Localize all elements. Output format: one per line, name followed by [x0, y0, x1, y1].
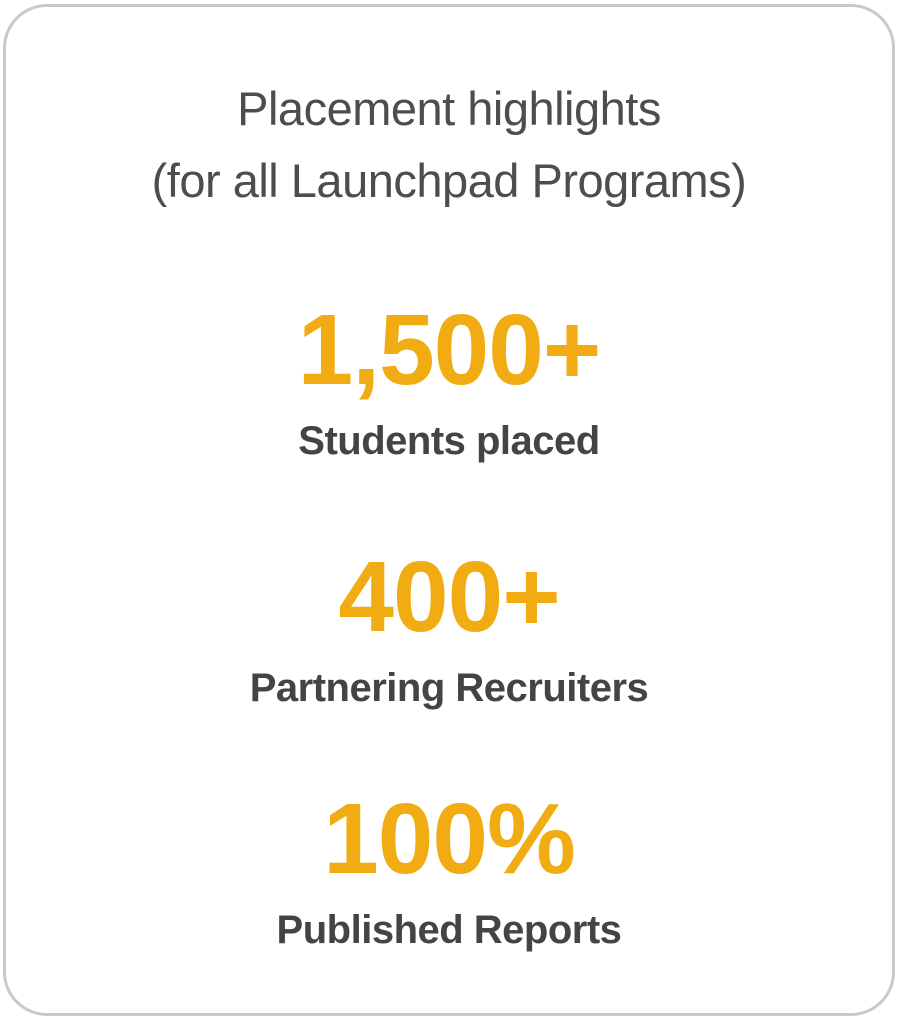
card-title-line-2: (for all Launchpad Programs) [151, 154, 747, 207]
placement-highlights-card: Placement highlights (for all Launchpad … [3, 4, 895, 1016]
card-title-line-1: Placement highlights [237, 82, 661, 135]
card-title: Placement highlights (for all Launchpad … [6, 73, 892, 217]
stat-students-placed: 1,500+ Students placed [6, 300, 892, 466]
stat-label: Partnering Recruiters [249, 666, 649, 710]
stat-partnering-recruiters: 400+ Partnering Recruiters [6, 547, 892, 713]
stat-value: 1,500+ [297, 294, 602, 406]
stat-published-reports: 100% Published Reports [6, 789, 892, 955]
stat-value: 100% [323, 783, 576, 895]
stat-label: Published Reports [276, 908, 622, 952]
stat-value: 400+ [338, 541, 560, 653]
stat-label: Students placed [298, 419, 600, 463]
